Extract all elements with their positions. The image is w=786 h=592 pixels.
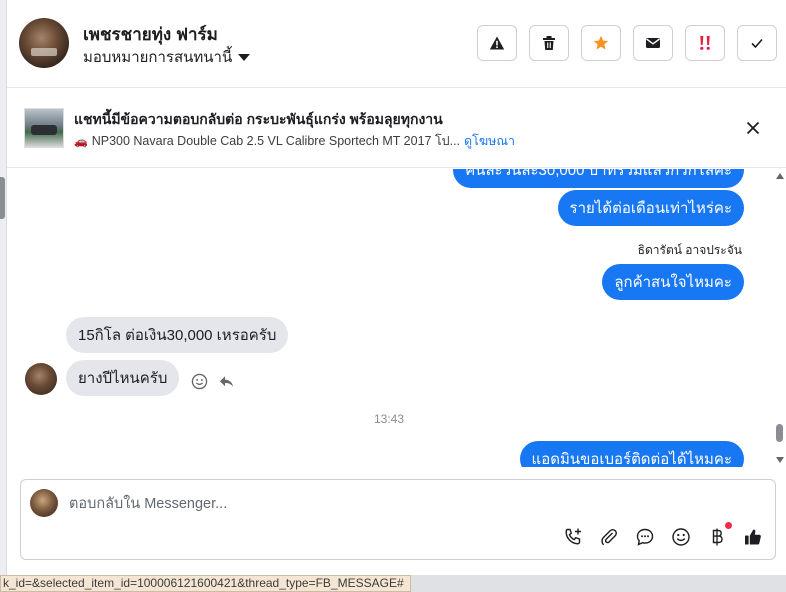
- browser-status-bar: k_id=&selected_item_id=100006121600421&t…: [0, 575, 786, 592]
- follow-up-button[interactable]: [685, 25, 725, 61]
- caret-down-icon: [238, 54, 251, 61]
- status-url: k_id=&selected_item_id=100006121600421&t…: [0, 575, 411, 592]
- smiley-react-icon[interactable]: [191, 373, 208, 390]
- banner-title: แชทนี้มีข้อความตอบกลับต่อ กระบะพันธุ์แกร…: [74, 111, 443, 127]
- report-button[interactable]: [477, 25, 517, 61]
- scroll-down-arrow-icon[interactable]: [776, 457, 784, 463]
- reply-composer: [20, 479, 776, 560]
- payment-button[interactable]: [706, 522, 732, 548]
- ad-thumbnail[interactable]: [24, 108, 64, 148]
- ad-reply-banner: แชทนี้มีข้อความตอบกลับต่อ กระบะพันธุ์แกร…: [7, 96, 786, 168]
- timestamp-divider: 13:43: [373, 412, 405, 426]
- assign-label: มอบหมายการสนทนานี้: [83, 49, 233, 66]
- left-scrollbar-thumb[interactable]: [0, 177, 5, 219]
- message-hover-actions: [191, 373, 235, 390]
- attach-button[interactable]: [598, 526, 620, 548]
- conversation-header: เพชรชายทุ่ง ฟาร์ม มอบหมายการสนทนานี้: [7, 0, 786, 88]
- message-thread[interactable]: คนละวันละ30,000 บาทรวมแล้วก็วกิโลคะ รายไ…: [7, 169, 771, 467]
- done-button[interactable]: [737, 25, 777, 61]
- close-icon: [746, 121, 760, 135]
- assign-conversation-dropdown[interactable]: มอบหมายการสนทนานี้: [83, 45, 251, 69]
- thumbs-up-icon: [745, 529, 761, 545]
- mark-unread-button[interactable]: [633, 25, 673, 61]
- notification-dot: [725, 522, 732, 529]
- contact-avatar[interactable]: [19, 18, 69, 68]
- call-button[interactable]: [562, 526, 584, 548]
- page-avatar: [30, 489, 58, 517]
- like-button[interactable]: [742, 526, 764, 548]
- checkmark-icon: [751, 38, 763, 49]
- scrollbar-thumb[interactable]: [776, 424, 783, 442]
- saved-replies-button[interactable]: [634, 526, 656, 548]
- message-bubble-incoming[interactable]: ยางปีไหนครับ: [66, 360, 180, 396]
- double-exclamation-icon: [700, 36, 710, 50]
- baht-icon: [712, 528, 723, 546]
- car-icon: 🚗: [74, 135, 88, 148]
- thread-scrollbar[interactable]: [773, 169, 786, 467]
- left-window-edge: [0, 0, 7, 575]
- message-bubble-outgoing[interactable]: แอดมินขอเบอร์ติดต่อได้ไหมคะ: [519, 441, 744, 467]
- star-icon: [593, 35, 609, 50]
- banner-subtitle: 🚗 NP300 Navara Double Cab 2.5 VL Calibre…: [74, 131, 515, 151]
- smiley-icon: [672, 528, 690, 546]
- reply-input[interactable]: [69, 493, 759, 515]
- message-bubble-outgoing[interactable]: คนละวันละ30,000 บาทรวมแล้วก็วกิโลคะ: [453, 169, 744, 188]
- chat-bubble-icon: [636, 528, 654, 546]
- contact-avatar-small[interactable]: [25, 363, 57, 395]
- delete-button[interactable]: [529, 25, 569, 61]
- star-button[interactable]: [581, 25, 621, 61]
- message-bubble-incoming[interactable]: 15กิโล ต่อเงิน30,000 เหรอครับ: [66, 317, 289, 353]
- paperclip-icon: [601, 528, 617, 546]
- reply-arrow-icon[interactable]: [218, 373, 235, 390]
- sender-name: ธิดารัตน์ อาจประจัน: [637, 243, 742, 257]
- scroll-up-arrow-icon[interactable]: [776, 173, 784, 179]
- emoji-button[interactable]: [670, 526, 692, 548]
- composer-toolbar: [562, 522, 764, 548]
- warning-icon: [489, 36, 505, 50]
- envelope-icon: [646, 38, 660, 48]
- message-bubble-outgoing[interactable]: รายได้ต่อเดือนเท่าไหร่คะ: [557, 190, 744, 226]
- message-bubble-outgoing[interactable]: ลูกค้าสนใจไหมคะ: [602, 264, 744, 300]
- view-ad-link[interactable]: ดูโฆษณา: [464, 131, 515, 151]
- contact-name[interactable]: เพชรชายทุ่ง ฟาร์ม: [83, 21, 218, 48]
- ad-product-name: NP300 Navara Double Cab 2.5 VL Calibre S…: [91, 134, 461, 148]
- close-banner-button[interactable]: [743, 118, 763, 138]
- trash-icon: [543, 36, 555, 50]
- phone-plus-icon: [565, 528, 581, 545]
- header-actions: [477, 25, 777, 61]
